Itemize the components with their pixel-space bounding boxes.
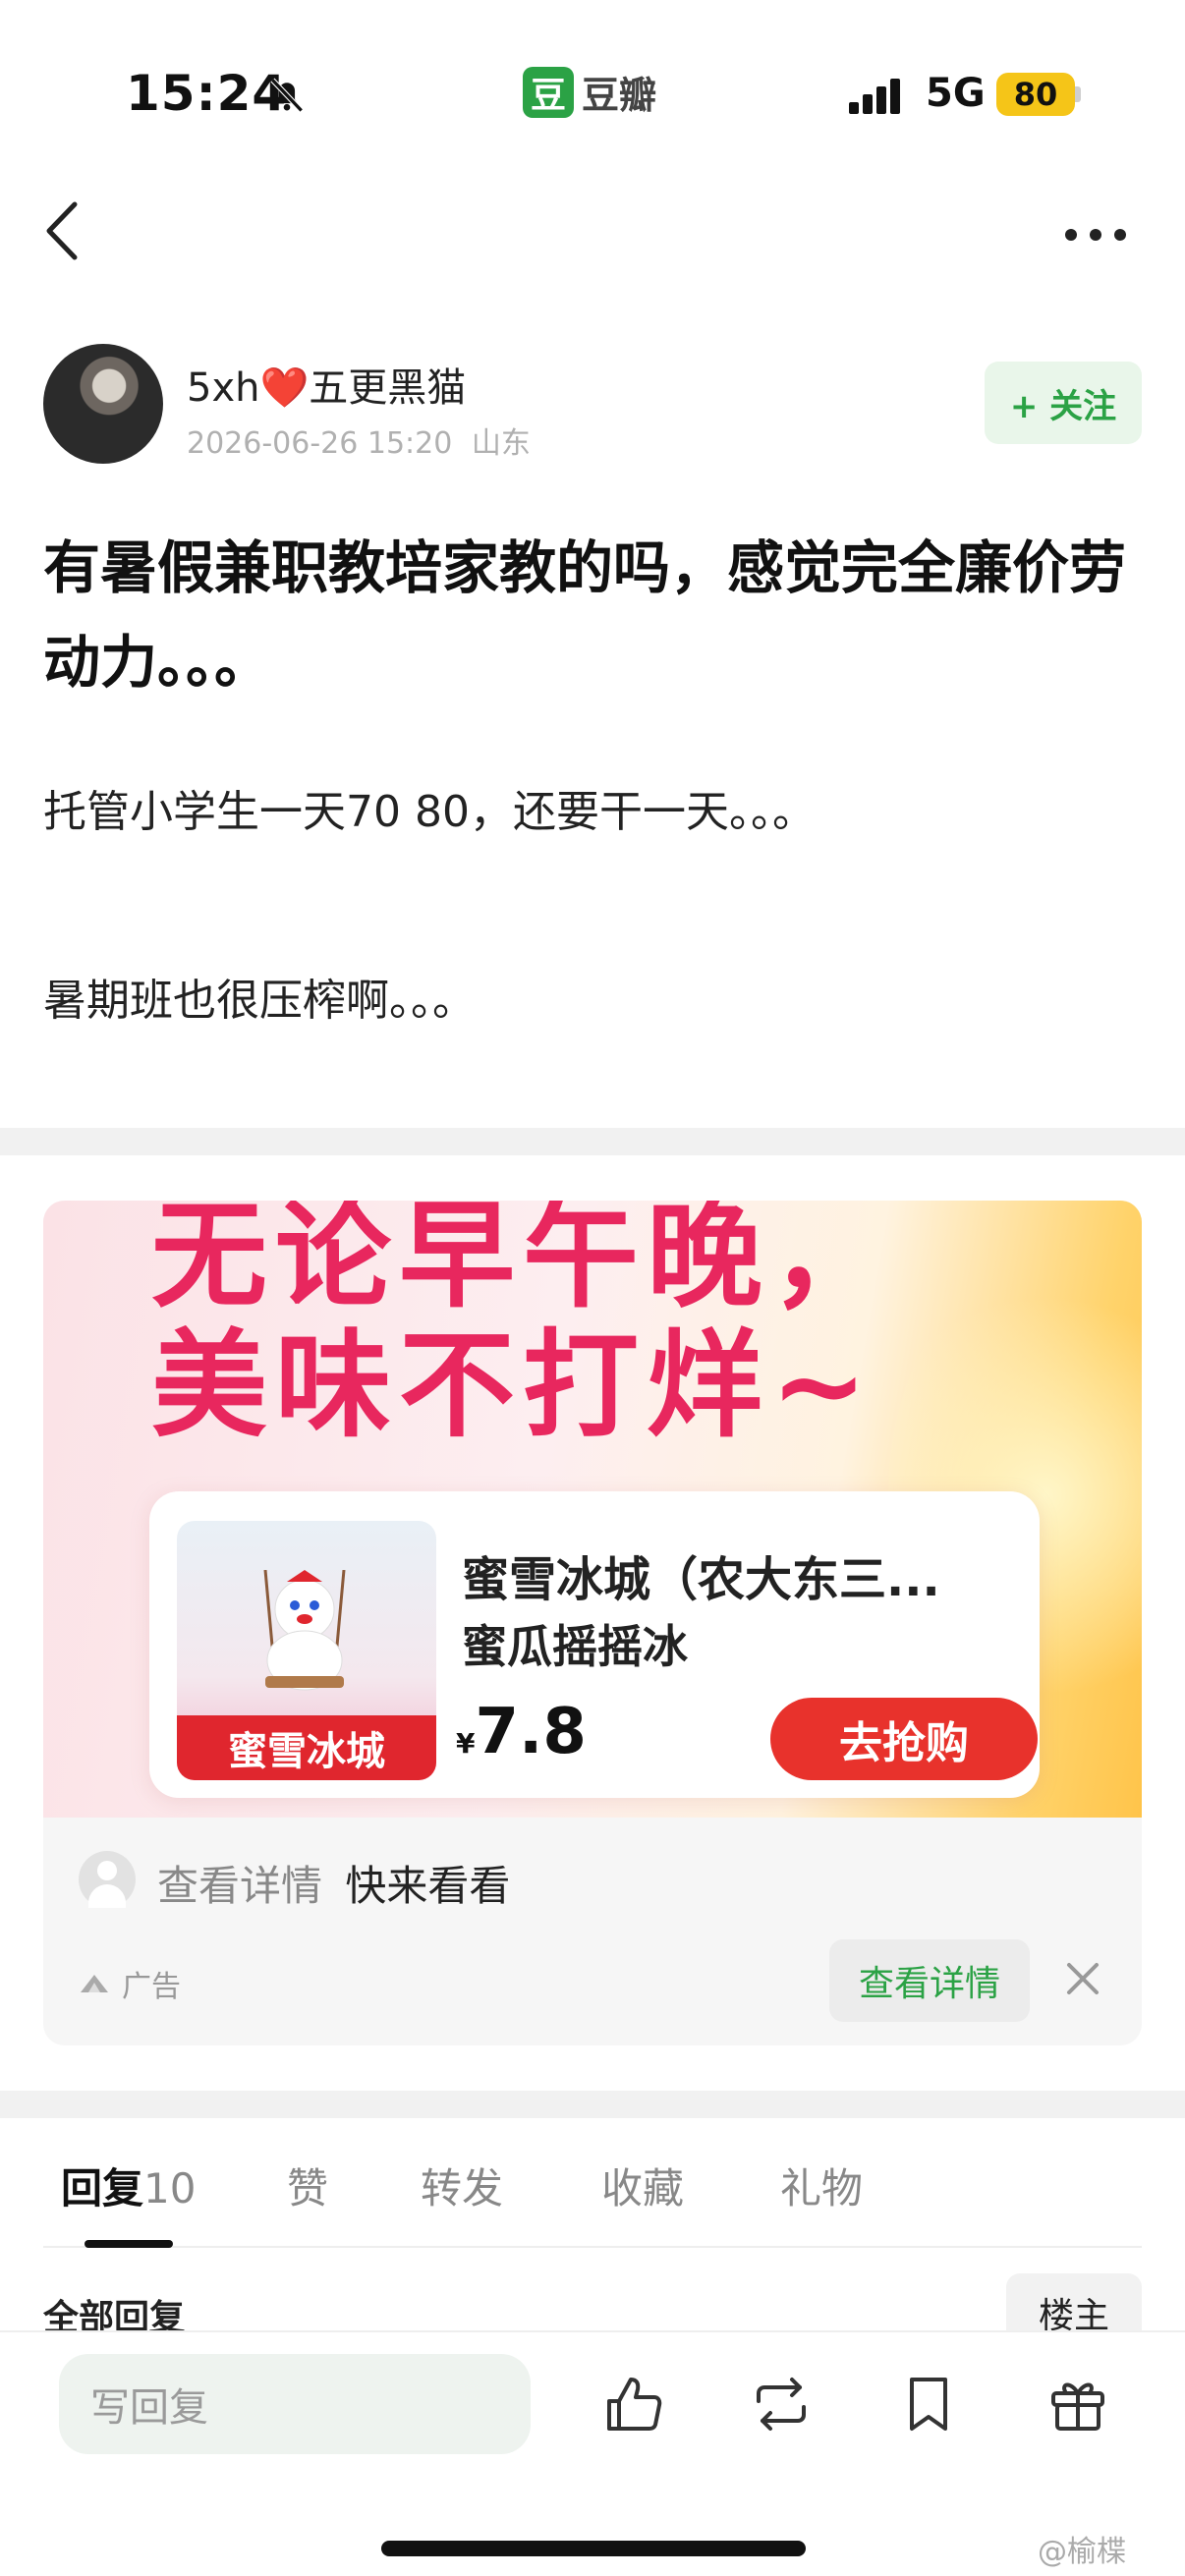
author-avatar[interactable] xyxy=(43,344,163,464)
ad-headline-2: 美味不打烊~ xyxy=(151,1317,875,1453)
ad-user-avatar xyxy=(79,1851,136,1908)
ad-item-name: 蜜瓜摇摇冰 xyxy=(462,1620,688,1673)
reply-input[interactable]: 写回复 xyxy=(59,2354,531,2454)
douban-logo-icon: 豆 xyxy=(523,66,574,118)
ad-product-card[interactable]: 蜜雪冰城 蜜雪冰城（农大东三... 蜜瓜摇摇冰 ¥7.8 去抢购 xyxy=(149,1491,1040,1798)
battery-tip xyxy=(1075,86,1081,102)
bell-muted-icon xyxy=(270,78,304,113)
ad-user-avatar-body xyxy=(88,1884,126,1908)
back-icon[interactable] xyxy=(39,196,88,265)
ad-shop-name: 蜜雪冰城（农大东三... xyxy=(462,1552,940,1607)
section-divider xyxy=(0,1128,1185,1155)
tab-replies[interactable]: 回复10 xyxy=(61,2156,196,2215)
heart-emoji: ❤️ xyxy=(259,365,310,411)
ad-detail-button[interactable]: 查看详情 xyxy=(829,1939,1030,2022)
ad-caption-strong: 快来看看 xyxy=(345,1862,511,1910)
bottom-action-bar: 写回复 xyxy=(0,2330,1185,2576)
post-location: 山东 xyxy=(471,426,531,461)
ad-brand-label: 蜜雪冰城 xyxy=(177,1715,436,1780)
section-divider xyxy=(0,2091,1185,2118)
ad-banner[interactable]: 无论早午晚， 美味不打烊~ 蜜雪冰城 蜜雪冰城（农大东三... 蜜瓜摇摇冰 ¥7… xyxy=(43,1201,1142,1818)
bookmark-icon[interactable] xyxy=(896,2372,961,2436)
ad-price-value: 7.8 xyxy=(475,1696,587,1768)
ad-currency: ¥ xyxy=(456,1727,476,1760)
tab-replies-count: 10 xyxy=(143,2164,197,2212)
ad-tag-label: 广告 xyxy=(122,1970,181,2004)
snowman-mascot-icon xyxy=(263,1570,346,1691)
ad-buy-button[interactable]: 去抢购 xyxy=(770,1698,1038,1780)
post-date: 2026-06-26 15:20 xyxy=(187,426,453,461)
post-body-line: 托管小学生一天70 80，还要干一天。。。 xyxy=(43,787,816,837)
ad-price: ¥7.8 xyxy=(456,1696,587,1768)
tab-gifts[interactable]: 礼物 xyxy=(780,2156,863,2215)
reply-tabs: 回复10 赞 转发 收藏 礼物 xyxy=(43,2130,1142,2248)
app-indicator: 豆 豆瓣 xyxy=(523,65,656,119)
close-icon[interactable] xyxy=(1061,1957,1104,2000)
post-title: 有暑假兼职教培家教的吗，感觉完全廉价劳动力。。。 xyxy=(43,534,1127,696)
follow-button[interactable]: + 关注 xyxy=(985,362,1142,444)
tab-favorites[interactable]: 收藏 xyxy=(601,2156,684,2215)
tab-reposts[interactable]: 转发 xyxy=(421,2156,503,2215)
app-name: 豆瓣 xyxy=(582,74,657,117)
battery-level: 80 xyxy=(996,73,1075,116)
repost-icon[interactable] xyxy=(749,2372,814,2436)
watermark: @榆楪 xyxy=(1038,2535,1126,2569)
post-meta: 2026-06-26 15:20 山东 xyxy=(187,419,531,462)
more-options-icon[interactable] xyxy=(1061,222,1130,248)
author-name-prefix: 5xh xyxy=(187,365,260,411)
post-body-line: 暑期班也很压榨啊。。。 xyxy=(43,976,476,1026)
thumbs-up-icon[interactable] xyxy=(601,2372,666,2436)
network-type: 5G xyxy=(926,71,986,116)
tab-likes[interactable]: 赞 xyxy=(287,2156,328,2215)
ad-caption[interactable]: 查看详情 快来看看 xyxy=(157,1853,510,1913)
ad-caption-muted: 查看详情 xyxy=(157,1862,323,1910)
gift-icon[interactable] xyxy=(1045,2372,1110,2436)
ad-user-avatar-head xyxy=(97,1861,117,1880)
status-time: 15:24 xyxy=(126,65,288,122)
home-indicator xyxy=(381,2541,806,2556)
ad-tag-icon xyxy=(81,1975,108,1992)
tab-active-indicator xyxy=(85,2240,173,2248)
ad-product-image: 蜜雪冰城 xyxy=(177,1521,436,1780)
ad-card[interactable]: 无论早午晚， 美味不打烊~ 蜜雪冰城 蜜雪冰城（农大东三... 蜜瓜摇摇冰 ¥7… xyxy=(43,1201,1142,2045)
tab-replies-label: 回复 xyxy=(61,2164,144,2212)
author-name-suffix: 五更黑猫 xyxy=(309,365,467,411)
author-name[interactable]: 5xh❤️五更黑猫 xyxy=(187,356,466,413)
ad-tag: 广告 xyxy=(79,1962,181,2005)
status-bar: 15:24 豆 豆瓣 5G 80 xyxy=(0,0,1185,147)
signal-icon xyxy=(849,79,900,114)
